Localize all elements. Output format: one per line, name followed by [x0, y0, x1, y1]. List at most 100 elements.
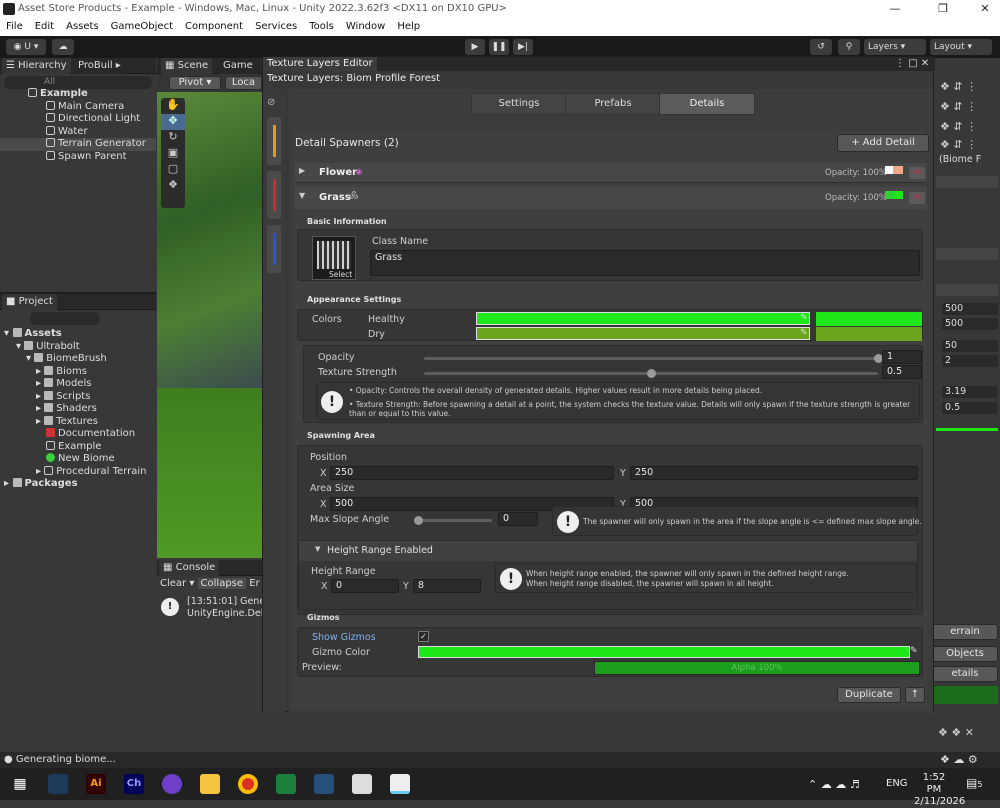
- tab-project[interactable]: ■ Project: [2, 294, 57, 310]
- height-max-input[interactable]: 8: [413, 579, 481, 593]
- opacity-slider[interactable]: [424, 357, 878, 360]
- app-icon-green[interactable]: [276, 774, 296, 794]
- minimize-icon[interactable]: —: [880, 0, 910, 18]
- project-search-input[interactable]: [30, 312, 100, 325]
- language-indicator[interactable]: ENG: [886, 778, 908, 789]
- collapse-arrow-icon[interactable]: ▼: [315, 545, 320, 553]
- transform-tool-icon[interactable]: ❖: [161, 178, 185, 194]
- chrome-icon[interactable]: [238, 774, 258, 794]
- inspector-value-field[interactable]: 500: [942, 303, 998, 315]
- dry-color-field[interactable]: [476, 327, 810, 340]
- project-folder[interactable]: ▸ Textures: [4, 415, 156, 429]
- play-icon[interactable]: ▶: [465, 39, 485, 55]
- app-icon-terminal-blue[interactable]: [314, 774, 334, 794]
- grass-texture-thumbnail[interactable]: Select: [312, 236, 356, 280]
- dry-eyedropper-icon[interactable]: ✎: [800, 328, 808, 338]
- github-icon[interactable]: [162, 774, 182, 794]
- app-icon-terminal[interactable]: [48, 774, 68, 794]
- tab-console[interactable]: ▦ Console: [159, 560, 220, 576]
- project-folder[interactable]: ▾ BiomeBrush: [4, 353, 156, 366]
- eye-hidden-icon[interactable]: ⊘: [267, 97, 275, 108]
- class-name-input[interactable]: Grass: [370, 250, 920, 276]
- menu-window[interactable]: Window: [346, 18, 385, 36]
- inspector-value-field[interactable]: 3.19: [942, 386, 998, 398]
- show-gizmos-checkbox[interactable]: ✓: [418, 631, 429, 642]
- collapse-arrow-icon[interactable]: ▼: [299, 191, 305, 200]
- max-slope-slider[interactable]: [418, 519, 492, 522]
- cloud-icon[interactable]: ☁: [52, 39, 74, 55]
- maximize-icon[interactable]: ❐: [928, 0, 958, 18]
- inspector-settings-icons[interactable]: ❖ ⇵ ⋮: [940, 138, 998, 152]
- inspector-settings-icons[interactable]: ❖ ⇵ ⋮: [940, 120, 998, 134]
- max-slope-value-field[interactable]: 0: [498, 512, 538, 526]
- notification-icon[interactable]: ▤5: [966, 776, 982, 790]
- hierarchy-root[interactable]: Example: [28, 88, 156, 101]
- gizmo-color-field[interactable]: [418, 646, 910, 658]
- local-dropdown[interactable]: Loca: [225, 76, 262, 90]
- hierarchy-item[interactable]: Spawn Parent: [28, 150, 156, 164]
- clock[interactable]: 1:52 PM 2/11/2026: [914, 772, 965, 808]
- healthy-color-field[interactable]: [476, 312, 810, 325]
- hierarchy-item-selected[interactable]: Terrain Generator: [0, 138, 156, 151]
- unity-editor-icon[interactable]: [390, 774, 410, 794]
- unity-hub-icon[interactable]: [352, 774, 372, 794]
- inspector-objects-button[interactable]: Objects: [932, 646, 998, 662]
- account-button[interactable]: ◉ U ▾: [6, 39, 46, 55]
- remove-flower-button[interactable]: ✕: [909, 167, 925, 179]
- hand-tool-icon[interactable]: ✋: [161, 98, 185, 114]
- height-range-header[interactable]: ▼ Height Range Enabled: [299, 541, 917, 561]
- hierarchy-item[interactable]: Main Camera: [28, 100, 156, 114]
- tab-scene[interactable]: ▦ Scene: [161, 58, 213, 74]
- inspector-value-field[interactable]: 0.5: [942, 402, 998, 414]
- tab-probuilder[interactable]: ProBuil ▸: [74, 58, 125, 74]
- rect-tool-icon[interactable]: ▢: [161, 162, 185, 178]
- character-animator-icon[interactable]: Ch: [124, 774, 144, 794]
- height-min-input[interactable]: 0: [331, 579, 399, 593]
- tab-details[interactable]: Details: [659, 93, 755, 115]
- project-file[interactable]: Example: [4, 440, 156, 454]
- menu-services[interactable]: Services: [255, 18, 297, 36]
- spawner-row-grass[interactable]: ▼ Grass ♸ Opacity: 100% ✕: [295, 187, 927, 209]
- scene-view[interactable]: ▦ Scene Game Pivot ▾ Loca ✋ ✥ ↻ ▣ ▢ ❖: [157, 58, 262, 558]
- inspector-details-button[interactable]: etails: [932, 666, 998, 682]
- illustrator-icon[interactable]: Ai: [86, 774, 106, 794]
- hierarchy-item[interactable]: Water: [28, 125, 156, 139]
- file-explorer-icon[interactable]: [200, 774, 220, 794]
- position-x-input[interactable]: 250: [330, 466, 614, 480]
- expand-arrow-icon[interactable]: ▶: [299, 166, 305, 175]
- menu-file[interactable]: File: [6, 18, 23, 36]
- pause-icon[interactable]: ❚❚: [489, 39, 509, 55]
- menu-gameobject[interactable]: GameObject: [111, 18, 173, 36]
- project-file[interactable]: Documentation: [4, 428, 156, 441]
- tab-hierarchy[interactable]: ☰ Hierarchy: [2, 58, 71, 74]
- inspector-value-field[interactable]: 2: [942, 355, 998, 367]
- system-tray-icons[interactable]: ⌃ ☁ ☁ ♬: [808, 778, 860, 791]
- project-file[interactable]: New Biome: [4, 453, 156, 466]
- move-tool-icon[interactable]: ✥: [161, 114, 185, 130]
- remove-grass-button[interactable]: ✕: [909, 192, 925, 204]
- clear-button[interactable]: Clear: [160, 578, 186, 589]
- inspector-value-field[interactable]: 500: [942, 318, 998, 330]
- close-icon[interactable]: ✕: [970, 0, 1000, 18]
- pivot-dropdown[interactable]: Pivot ▾: [169, 76, 221, 90]
- tab-game[interactable]: Game: [219, 58, 257, 74]
- collapse-button[interactable]: Collapse: [197, 578, 247, 589]
- tab-prefabs[interactable]: Prefabs: [565, 93, 661, 115]
- project-file[interactable]: ▸ Procedural Terrain: [4, 465, 156, 479]
- project-folder[interactable]: ▸ Bioms: [4, 365, 156, 379]
- menu-component[interactable]: Component: [185, 18, 243, 36]
- opacity-value-field[interactable]: 1: [882, 350, 922, 364]
- hierarchy-item[interactable]: Directional Light: [28, 113, 156, 126]
- healthy-eyedropper-icon[interactable]: ✎: [800, 313, 808, 323]
- layer-slot-orange[interactable]: [267, 117, 281, 165]
- editor-window-controls[interactable]: ⋮ □ ✕: [895, 57, 929, 71]
- position-y-input[interactable]: 250: [630, 466, 918, 480]
- scale-tool-icon[interactable]: ▣: [161, 146, 185, 162]
- menu-edit[interactable]: Edit: [35, 18, 54, 36]
- project-assets-folder[interactable]: ▾ Assets: [4, 328, 156, 341]
- layer-slot-blue[interactable]: [267, 225, 281, 273]
- console-log-entry[interactable]: [13:51:01] Gener UnityEngine.Deb: [187, 596, 269, 620]
- inspector-terrain-button[interactable]: errain: [932, 624, 998, 640]
- inspector-biome-field[interactable]: (Biome F: [936, 154, 1000, 166]
- layout-dropdown[interactable]: Layout ▾: [930, 39, 992, 55]
